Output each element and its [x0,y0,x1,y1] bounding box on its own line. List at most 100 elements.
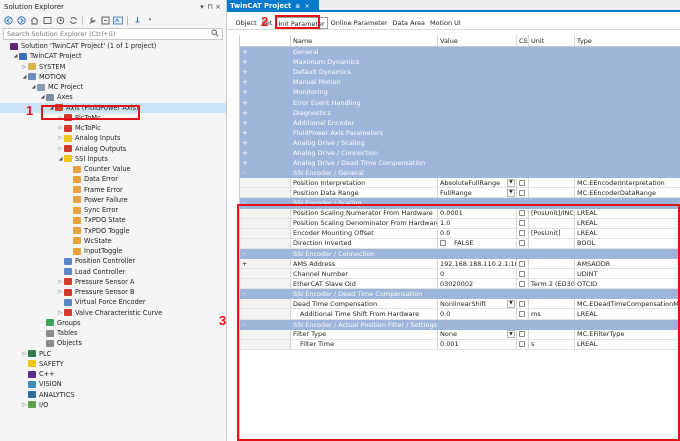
expanded-arrow-icon[interactable]: ◢ [39,92,46,102]
dropdown-arrow-icon[interactable]: ▾ [198,3,206,11]
close-icon[interactable]: × [304,2,309,10]
parameter-value[interactable]: 1.0 [440,219,516,227]
cs-checkbox[interactable] [519,220,525,227]
solution-search-input[interactable] [7,30,211,38]
tree-node[interactable]: ▷ McToPlc [0,123,226,133]
parameter-value-cell[interactable]: AbsoluteFullRange ▼ [438,178,517,188]
grid-header-value[interactable]: Value [438,35,517,46]
parameter-row[interactable]: +AMS Address192.168.188.110.2.1:1002 AMSA… [240,258,680,270]
row-expander-icon[interactable]: - [240,248,291,259]
row-expander-icon[interactable]: + [240,137,291,148]
category-row[interactable]: + General [240,47,680,58]
category-row[interactable]: + Monitoring [240,87,680,98]
parameter-row[interactable]: Position Scaling Numerator From Hardware… [240,208,680,219]
document-tab-twincat-project[interactable]: TwinCAT Project ⊕ × [227,0,319,12]
parameter-row[interactable]: EtherCAT Slave Oid03020002 Term 2 (ED30..… [240,279,680,290]
expanded-arrow-icon[interactable]: ◢ [21,72,28,82]
category-row[interactable]: - SSI Encoder / Connection [240,248,680,259]
parameter-value-cell[interactable]: 0.0 [438,309,517,319]
row-expander-icon[interactable]: + [240,77,291,88]
chevron-down-icon[interactable]: ▼ [507,188,515,197]
parameter-value[interactable]: 0.001 [440,340,516,348]
category-row[interactable]: + Manual Motion [240,77,680,88]
search-icon[interactable] [211,29,219,39]
chevron-down-icon[interactable]: ▼ [507,178,515,187]
parameter-row[interactable]: Dead Time Compensation NonlinearShift ▼ MC.… [240,299,680,310]
cs-checkbox[interactable] [519,270,525,277]
subtab-online-parameter[interactable]: Online Parameter [328,17,390,29]
collapsed-arrow-icon[interactable]: ▷ [57,113,64,123]
tree-node[interactable]: ◢ SSI Inputs [0,154,226,164]
parameter-value-cell[interactable]: 0.0001 [438,208,517,218]
subtab-motion-ui[interactable]: Motion UI [428,17,464,29]
collapsed-arrow-icon[interactable]: ▷ [21,62,28,72]
home-icon[interactable] [29,15,39,25]
row-expander-icon[interactable]: - [240,319,291,330]
subtab-init-parameter[interactable]: Init Parameter [274,17,329,29]
parameter-row[interactable]: Additional Time Shift From Hardware 0.0 ms… [240,309,680,320]
parameter-value[interactable]: 03020002 [440,280,516,288]
tree-node[interactable]: ▷ Pressure Sensor B [0,287,226,297]
pin-icon[interactable]: ⊓ [206,3,214,11]
parameter-value[interactable]: FALSE [454,239,516,247]
parameter-value-cell[interactable]: 03020002 [438,279,517,289]
parameter-row[interactable]: Direction Inverted FALSE BOOL [240,238,680,249]
show-all-files-icon[interactable] [113,15,123,25]
subtab-data-area[interactable]: Data Area [390,17,428,29]
collapsed-arrow-icon[interactable]: ▷ [57,308,64,318]
subtab-object[interactable]: Object [233,17,259,29]
category-row[interactable]: + Analog Drive / Dead Time Compensation [240,158,680,169]
grid-header-cs[interactable]: CS [517,35,529,46]
parameter-value[interactable]: FullRange [440,189,507,197]
parameter-value-cell[interactable]: 1.0 [438,218,517,228]
tree-node[interactable]: TxPDO State [0,215,226,225]
tree-node[interactable]: Solution 'TwinCAT Project' (1 of 1 proje… [0,41,226,51]
parameter-value[interactable]: 0.0 [440,229,516,237]
tree-node[interactable]: ▷ SYSTEM [0,62,226,72]
forward-icon[interactable] [16,15,26,25]
tree-node[interactable]: ▷ PlcToMc [0,113,226,123]
tree-node[interactable]: Position Controller [0,256,226,266]
sync-icon[interactable] [68,15,78,25]
tree-node[interactable]: VISION [0,379,226,389]
parameter-value[interactable]: 0 [440,270,516,278]
collapsed-arrow-icon[interactable]: ▷ [21,349,28,359]
chevron-down-icon[interactable]: ▾ [145,15,155,25]
row-expander-icon[interactable]: + [240,258,291,269]
expanded-arrow-icon[interactable]: ◢ [30,82,37,92]
wrench-icon[interactable] [87,15,97,25]
grid-header-name[interactable]: Name [291,35,438,46]
category-row[interactable]: + Default Dynamics [240,67,680,78]
parameter-value[interactable]: None [440,330,507,338]
tree-node[interactable]: ◢ MOTION [0,72,226,82]
category-row[interactable]: - SSI Encoder / Actual Position Filter / … [240,319,680,330]
tree-node[interactable]: Tables [0,328,226,338]
history-icon[interactable] [55,15,65,25]
row-expander-icon[interactable]: + [240,117,291,128]
collapsed-arrow-icon[interactable]: ▷ [57,277,64,287]
parameter-value-cell[interactable]: FullRange ▼ [438,188,517,198]
collapse-all-icon[interactable] [100,15,110,25]
row-expander-icon[interactable]: + [240,57,291,68]
parameter-value[interactable]: 192.168.188.110.2.1:1002 [440,260,516,268]
parameter-value[interactable]: 0.0001 [440,209,516,217]
close-icon[interactable]: × [214,3,222,11]
row-expander-icon[interactable]: + [240,147,291,159]
tree-node[interactable]: ◢ Axis (FluidPower Axis) [0,102,226,113]
parameter-value-cell[interactable]: 0 [438,269,517,279]
tree-node[interactable]: Sync Error [0,205,226,215]
tree-node[interactable]: ▷ Pressure Sensor A [0,277,226,287]
tree-node[interactable]: ◢ Axes [0,92,226,102]
parameter-row[interactable]: Filter Time 0.001 s LREAL [240,339,680,350]
category-row[interactable]: + Additional Encoder [240,117,680,128]
parameter-row[interactable]: Position Data Range FullRange ▼ MC.EEncoder… [240,188,680,199]
parameter-value-cell[interactable]: 0.001 [438,339,517,349]
parameter-value[interactable]: AbsoluteFullRange [440,179,507,187]
parameter-value-cell[interactable]: None ▼ [438,329,517,339]
row-expander-icon[interactable]: + [240,107,291,118]
cs-checkbox[interactable] [519,189,525,196]
tree-node[interactable]: Frame Error [0,185,226,195]
tree-node[interactable]: Virtual Force Encoder [0,297,226,307]
tree-node[interactable]: Load Controller [0,267,226,277]
expanded-arrow-icon[interactable]: ◢ [48,103,55,113]
